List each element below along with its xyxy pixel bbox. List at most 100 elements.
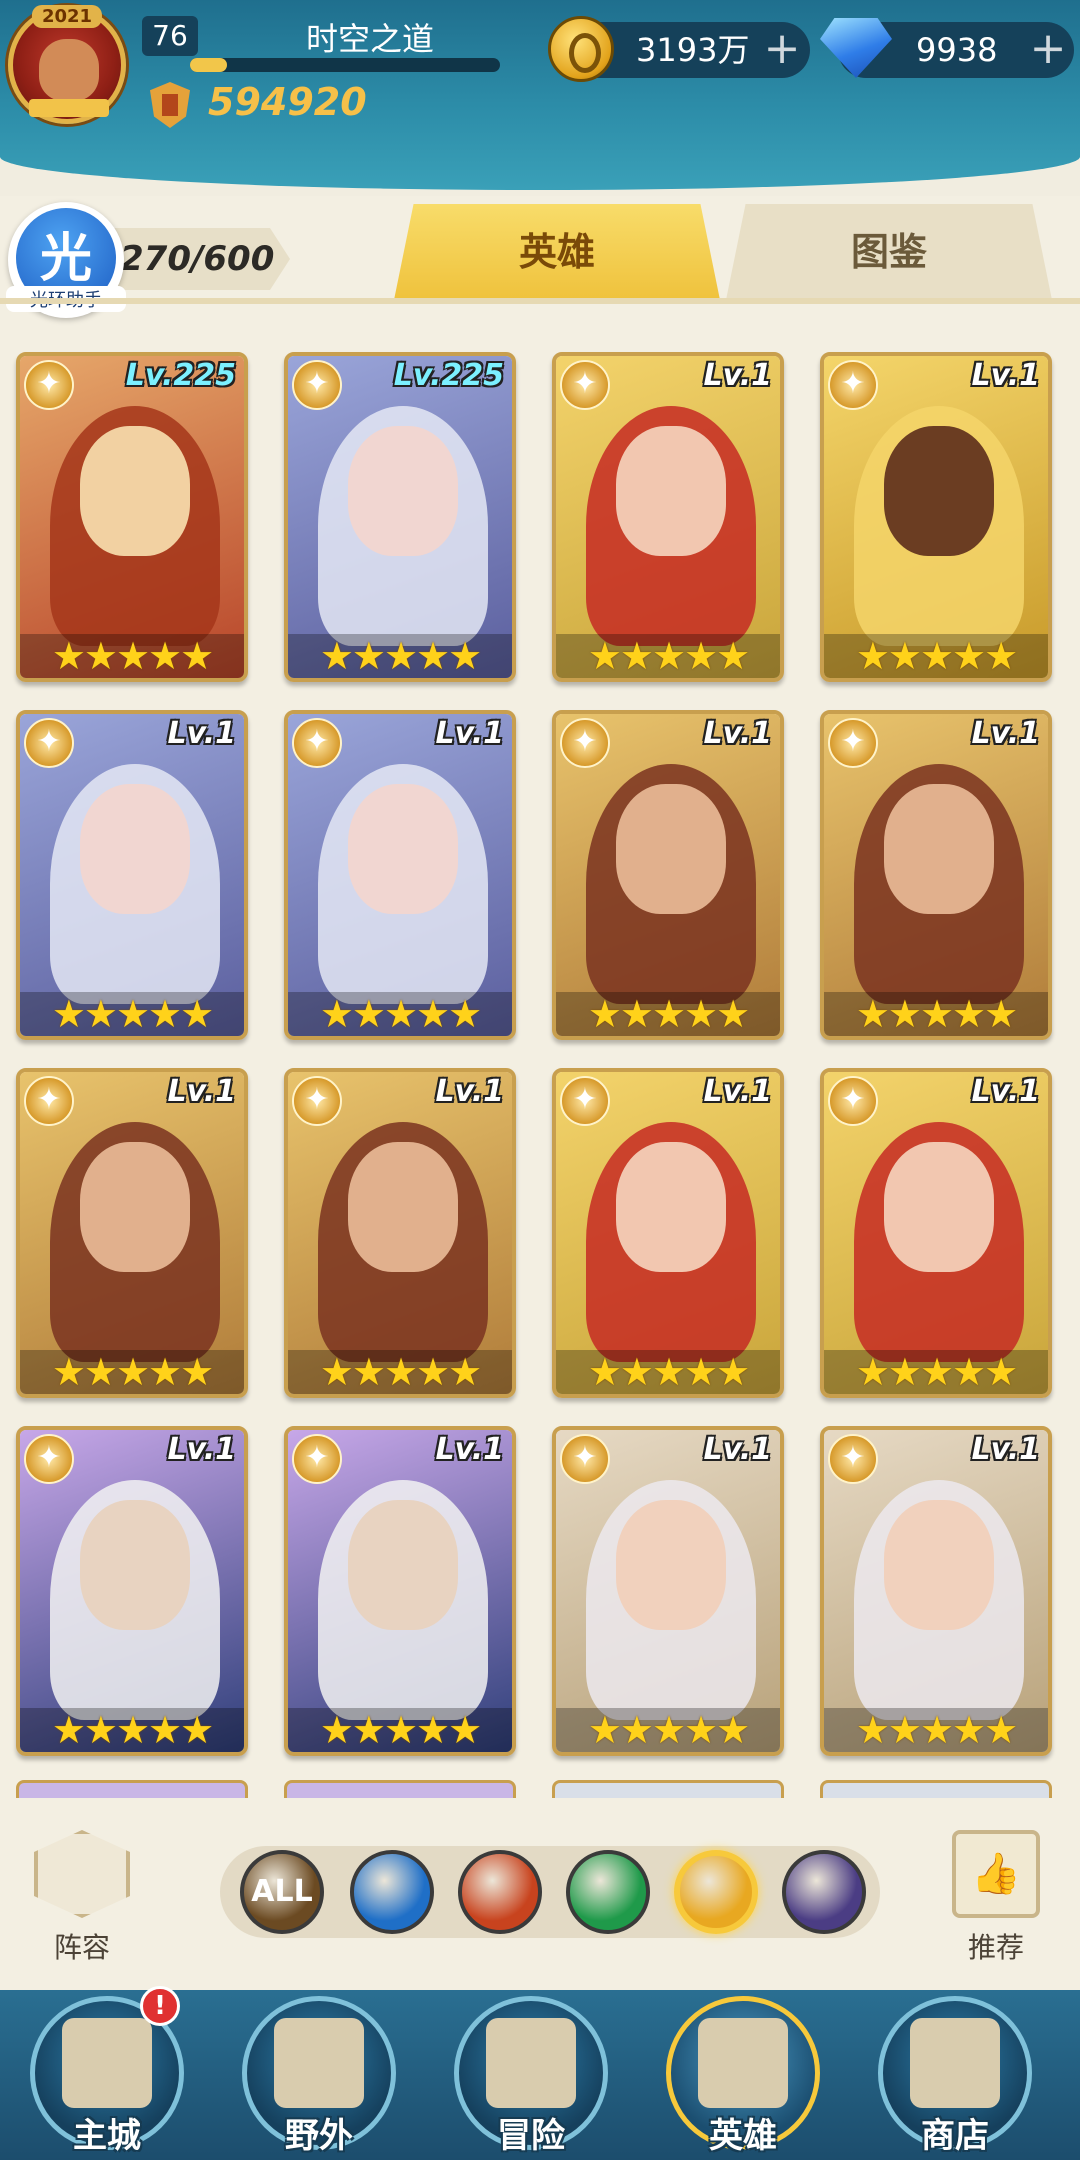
hero-level: Lv.1 xyxy=(167,716,237,751)
hero-card[interactable]: Lv.1 ★★★★★ xyxy=(16,710,248,1040)
gold-coin-icon xyxy=(548,16,614,82)
formation-button[interactable]: 阵容 xyxy=(30,1830,134,1964)
hero-stars: ★★★★★ xyxy=(556,1708,780,1752)
fire-faction-icon[interactable] xyxy=(458,1850,542,1934)
light-faction-icon xyxy=(560,1076,610,1126)
hero-card[interactable]: Lv.1 ★★★★★ xyxy=(820,352,1052,682)
hero-card[interactable]: Lv.1 ★★★★★ xyxy=(284,710,516,1040)
nav-sword[interactable]: 冒险 xyxy=(446,1990,616,2160)
hero-card-partial[interactable] xyxy=(552,1780,784,1798)
hero-level: Lv.225 xyxy=(125,358,236,393)
tab-codex[interactable]: 图鉴 xyxy=(726,204,1052,300)
tab-divider xyxy=(0,298,1080,304)
dark-faction-icon[interactable] xyxy=(782,1850,866,1934)
xp-bar xyxy=(190,58,500,72)
hero-face xyxy=(80,784,190,914)
hero-level: Lv.1 xyxy=(167,1074,237,1109)
hero-face xyxy=(616,426,726,556)
thumbs-up-icon: 👍 xyxy=(952,1830,1040,1918)
hero-stars: ★★★★★ xyxy=(20,1350,244,1394)
nature-faction-icon[interactable] xyxy=(566,1850,650,1934)
hero-card[interactable]: Lv.1 ★★★★★ xyxy=(16,1426,248,1756)
alert-badge: ! xyxy=(140,1986,180,2026)
hero-face xyxy=(616,1142,726,1272)
hero-card[interactable]: Lv.1 ★★★★★ xyxy=(552,710,784,1040)
hero-face xyxy=(80,1500,190,1630)
hero-stars: ★★★★★ xyxy=(556,992,780,1036)
hero-level: Lv.1 xyxy=(971,1074,1041,1109)
hero-card[interactable]: Lv.1 ★★★★★ xyxy=(284,1426,516,1756)
avatar-year-badge: 2021 xyxy=(31,5,103,28)
nav-wilderness[interactable]: 野外 xyxy=(234,1990,404,2160)
light-faction-icon xyxy=(292,1076,342,1126)
hero-card[interactable]: Lv.225 ★★★★★ xyxy=(16,352,248,682)
hero-face xyxy=(80,426,190,556)
hero-level: Lv.1 xyxy=(167,1432,237,1467)
helmet-icon xyxy=(698,2018,788,2108)
hero-face xyxy=(348,1500,458,1630)
hero-card-partial[interactable] xyxy=(284,1780,516,1798)
light-faction-icon xyxy=(828,1434,878,1484)
hero-stars: ★★★★★ xyxy=(288,1350,512,1394)
nav-shop[interactable]: 商店 xyxy=(870,1990,1040,2160)
hero-level: Lv.1 xyxy=(703,716,773,751)
avatar-banner xyxy=(29,99,109,117)
tab-heroes[interactable]: 英雄 xyxy=(394,204,720,300)
all-factions-icon[interactable]: ALL xyxy=(240,1850,324,1934)
hero-face xyxy=(884,1500,994,1630)
recommend-button[interactable]: 👍 推荐 xyxy=(944,1830,1048,1964)
water-faction-icon[interactable] xyxy=(350,1850,434,1934)
hero-face xyxy=(348,426,458,556)
hero-card[interactable]: Lv.1 ★★★★★ xyxy=(552,352,784,682)
hero-face xyxy=(348,784,458,914)
hero-face xyxy=(884,784,994,914)
light-faction-icon xyxy=(24,1076,74,1126)
hero-card[interactable]: Lv.1 ★★★★★ xyxy=(820,1426,1052,1756)
hero-stars: ★★★★★ xyxy=(556,1350,780,1394)
hero-level: Lv.1 xyxy=(703,1074,773,1109)
hero-card[interactable]: Lv.1 ★★★★★ xyxy=(16,1068,248,1398)
hero-level: Lv.225 xyxy=(393,358,504,393)
shop-icon xyxy=(910,2018,1000,2108)
wilderness-icon xyxy=(274,2018,364,2108)
light-faction-icon[interactable] xyxy=(674,1850,758,1934)
light-faction-icon xyxy=(828,718,878,768)
player-avatar[interactable]: 2021 xyxy=(8,5,126,124)
hero-face xyxy=(884,426,994,556)
hero-card[interactable]: Lv.1 ★★★★★ xyxy=(284,1068,516,1398)
aura-helper-glyph: 光 xyxy=(39,229,92,289)
nav-label: 商店 xyxy=(921,2116,989,2156)
gem-value: 9938 xyxy=(916,31,998,69)
hero-stars: ★★★★★ xyxy=(556,634,780,678)
nav-helmet[interactable]: 英雄 xyxy=(658,1990,828,2160)
gold-value: 3193万 xyxy=(636,31,750,69)
hero-face xyxy=(80,1142,190,1272)
hero-level: Lv.1 xyxy=(703,1432,773,1467)
formation-label: 阵容 xyxy=(53,1931,110,1964)
hero-card[interactable]: Lv.1 ★★★★★ xyxy=(552,1068,784,1398)
nav-label: 英雄 xyxy=(709,2116,777,2156)
hero-stars: ★★★★★ xyxy=(824,1350,1048,1394)
player-level: 76 xyxy=(142,16,198,56)
gem-add-button[interactable]: + xyxy=(1028,27,1068,71)
light-faction-icon xyxy=(560,360,610,410)
hero-face xyxy=(348,1142,458,1272)
gold-add-button[interactable]: + xyxy=(762,27,802,71)
hero-card[interactable]: Lv.1 ★★★★★ xyxy=(820,710,1052,1040)
hero-card-partial[interactable] xyxy=(16,1780,248,1798)
hero-stars: ★★★★★ xyxy=(20,992,244,1036)
light-faction-icon xyxy=(828,1076,878,1126)
avatar-face xyxy=(39,39,99,101)
nav-label: 冒险 xyxy=(497,2116,565,2156)
formation-icon xyxy=(34,1830,130,1918)
hero-face xyxy=(884,1142,994,1272)
hero-card-partial[interactable] xyxy=(820,1780,1052,1798)
light-faction-icon xyxy=(24,718,74,768)
hero-level: Lv.1 xyxy=(971,1432,1041,1467)
light-faction-icon xyxy=(24,360,74,410)
light-faction-icon xyxy=(560,1434,610,1484)
hero-card[interactable]: Lv.1 ★★★★★ xyxy=(552,1426,784,1756)
hero-card[interactable]: Lv.1 ★★★★★ xyxy=(820,1068,1052,1398)
hero-card[interactable]: Lv.225 ★★★★★ xyxy=(284,352,516,682)
hero-stars: ★★★★★ xyxy=(824,634,1048,678)
